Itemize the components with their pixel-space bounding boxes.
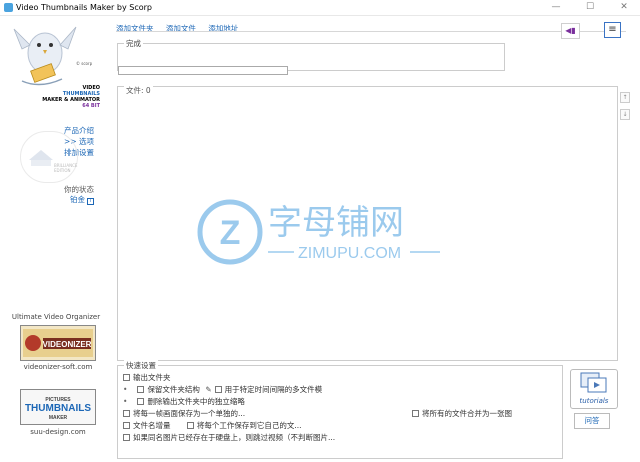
quick-settings-group: 快速设置 输出文件夹 • 保留文件夹结构 ✎ 用于特定时间间隔的多文件模 • 删除输出…: [117, 360, 563, 459]
pencil-icon[interactable]: ✎: [205, 385, 211, 394]
main-panel: 添加文件夹 添加文件 添加地址 ◀▮ ≡ 完成 文件: 0 ↑ ↓ 快速设置 输…: [106, 17, 640, 462]
bullet-icon: •: [123, 397, 128, 406]
skip-if-exists-option[interactable]: 如果同名图片已经存在于硬盘上，则跳过视频（不判断图片...: [123, 432, 335, 443]
minimize-button[interactable]: —: [544, 0, 568, 15]
videonizer-link[interactable]: videonizer-soft.com: [0, 363, 116, 371]
help-button[interactable]: 问答: [574, 413, 610, 429]
progress-bar: [118, 66, 288, 75]
ptm-logo-line-2: THUMBNAILS: [25, 403, 91, 414]
videonizer-logo-text: VIDEONIZER: [43, 340, 92, 349]
scorp-label: © scorp: [76, 61, 93, 66]
logo-line-64bit: 64 BIT: [82, 103, 100, 109]
output-folder-option[interactable]: 输出文件夹: [123, 372, 171, 383]
file-count-label: 文件: 0: [124, 85, 153, 96]
tutorials-button[interactable]: tutorials: [570, 369, 618, 409]
arrow-down-icon: ↓: [622, 111, 628, 118]
save-own-folder-label: 将每个工作保存到它自己的文...: [196, 421, 302, 430]
merge-all-checkbox[interactable]: [412, 410, 419, 417]
multi-file-interval-label: 用于特定时间间隔的多文件模: [224, 385, 323, 394]
add-toolbar: 添加文件夹 添加文件 添加地址: [116, 23, 248, 34]
output-folder-checkbox[interactable]: [123, 374, 130, 381]
tutorials-icon: [580, 372, 607, 393]
bullet-icon: •: [123, 385, 128, 394]
license-status[interactable]: 铂金 i: [70, 194, 94, 205]
move-down-button[interactable]: ↓: [620, 109, 630, 120]
app-icon: [4, 3, 13, 12]
file-name-inc-label: 文件名增量: [133, 421, 171, 430]
hamburger-icon: ≡: [608, 24, 617, 35]
video-queue-button[interactable]: ◀▮: [561, 23, 580, 39]
skip-if-exists-checkbox[interactable]: [123, 434, 130, 441]
file-list[interactable]: 文件: 0: [117, 85, 618, 361]
status-legend: 完成: [124, 38, 143, 49]
maximize-button[interactable]: ☐: [578, 0, 602, 15]
keep-structure-label: 保留文件夹结构: [147, 385, 200, 394]
quick-settings-legend: 快速设置: [124, 360, 158, 371]
ptm-banner[interactable]: PICTURES THUMBNAILS MAKER: [20, 389, 96, 425]
film-icon: ◀▮: [565, 26, 576, 35]
each-frame-checkbox[interactable]: [123, 410, 130, 417]
file-name-inc-option[interactable]: 文件名增量 将每个工作保存到它自己的文...: [123, 420, 302, 431]
sidebar: © scorp VIDEO THUMBNAILS MAKER & ANIMATO…: [0, 17, 106, 462]
multi-file-interval-checkbox[interactable]: [214, 386, 222, 393]
merge-all-option[interactable]: 将所有的文件合并为一张图: [412, 408, 512, 419]
each-frame-label: 将每一帧画面保存为一个单独的...: [133, 409, 246, 418]
keep-structure-option[interactable]: • 保留文件夹结构 ✎ 用于特定时间间隔的多文件模: [123, 384, 322, 395]
title-bar: Video Thumbnails Maker by Scorp — ☐ ✕: [0, 0, 640, 16]
ptm-logo-icon: PICTURES THUMBNAILS MAKER: [21, 390, 95, 424]
toolbar-divider: [116, 31, 626, 32]
merge-all-label: 将所有的文件合并为一张图: [422, 409, 512, 418]
delete-thumbs-label: 删除输出文件夹中的独立缩略: [147, 397, 245, 406]
output-folder-label: 输出文件夹: [133, 373, 171, 382]
keep-structure-checkbox[interactable]: [137, 386, 145, 393]
each-frame-option[interactable]: 将每一帧画面保存为一个单独的...: [123, 408, 245, 419]
arrow-up-icon: ↑: [622, 94, 628, 101]
ptm-logo-line-3: MAKER: [49, 415, 68, 421]
videonizer-logo-icon: VIDEONIZER: [23, 329, 93, 357]
window-title: Video Thumbnails Maker by Scorp: [16, 3, 152, 12]
organizer-label: Ultimate Video Organizer: [11, 313, 101, 321]
edition-emblem-icon: [29, 150, 53, 166]
file-name-inc-checkbox[interactable]: [123, 422, 130, 429]
move-up-button[interactable]: ↑: [620, 92, 630, 103]
videonizer-banner[interactable]: VIDEONIZER: [20, 325, 96, 361]
menu-button[interactable]: ≡: [604, 22, 621, 38]
edition-line-2: EDITION: [54, 168, 71, 173]
platinum-label: 铂金: [70, 195, 85, 204]
close-button[interactable]: ✕: [612, 0, 636, 15]
tutorials-label: tutorials: [579, 397, 609, 405]
ptm-link[interactable]: suu-design.com: [0, 428, 116, 436]
skip-if-exists-label: 如果同名图片已经存在于硬盘上，则跳过视频（不判断图片...: [133, 433, 336, 442]
save-own-folder-checkbox[interactable]: [186, 422, 194, 429]
edition-badge: [20, 131, 78, 183]
info-icon[interactable]: i: [87, 198, 94, 205]
delete-thumbs-checkbox[interactable]: [137, 398, 145, 405]
edition-text: BRILLIANCE EDITION: [54, 163, 77, 173]
delete-thumbs-option[interactable]: • 删除输出文件夹中的独立缩略: [123, 396, 245, 407]
